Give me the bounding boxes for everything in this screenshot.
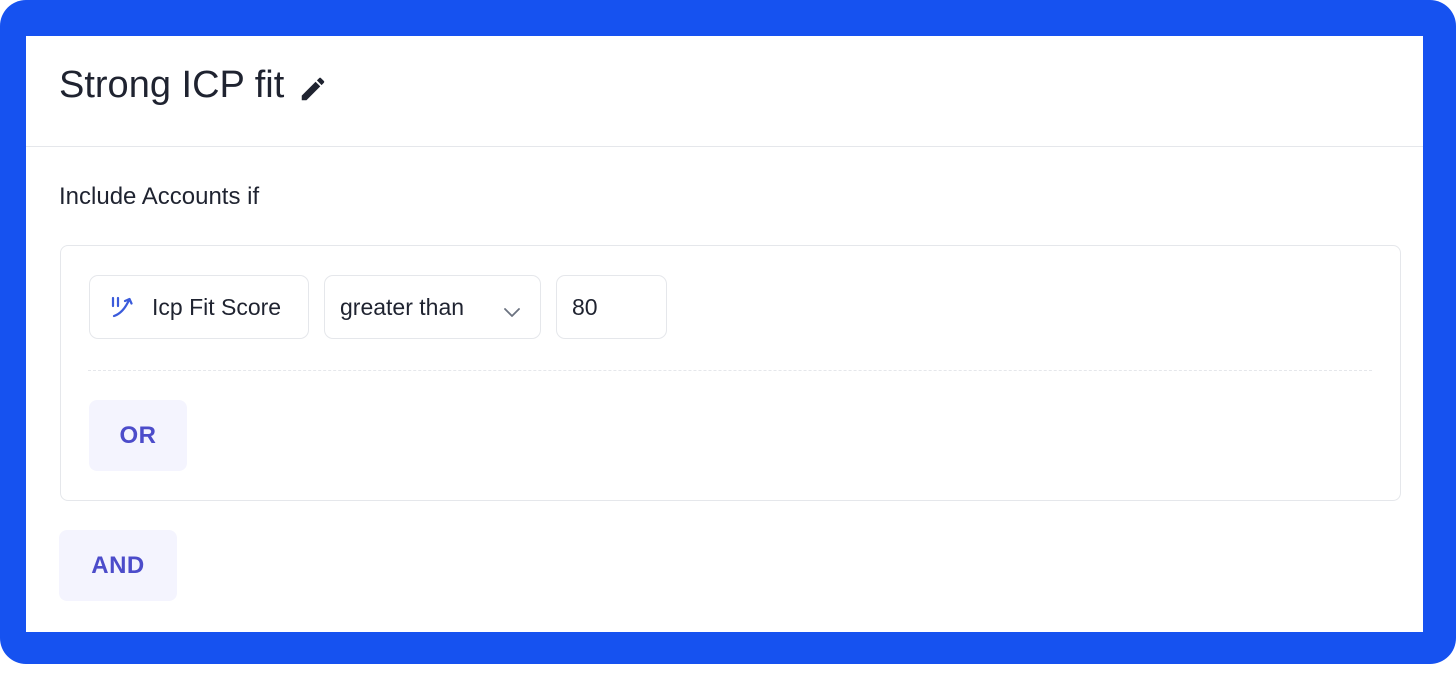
- condition-group: Icp Fit Score greater than 80 OR: [60, 245, 1401, 501]
- condition-rule: Icp Fit Score greater than 80: [89, 275, 682, 341]
- segment-editor-panel: Strong ICP fit Include Accounts if Icp F…: [26, 36, 1423, 632]
- score-trend-icon: [108, 292, 138, 322]
- pencil-icon[interactable]: [298, 70, 328, 101]
- panel-header: Strong ICP fit: [26, 36, 1423, 147]
- value-input[interactable]: 80: [556, 275, 667, 339]
- operator-dropdown[interactable]: greater than: [324, 275, 541, 339]
- and-button[interactable]: AND: [59, 530, 177, 601]
- chevron-down-icon: [502, 298, 522, 317]
- include-accounts-label: Include Accounts if: [59, 183, 260, 210]
- field-selector-label: Icp Fit Score: [152, 293, 282, 320]
- segment-title[interactable]: Strong ICP fit: [59, 63, 328, 107]
- segment-title-text: Strong ICP fit: [59, 64, 285, 106]
- or-button[interactable]: OR: [89, 400, 187, 471]
- operator-dropdown-value: greater than: [340, 293, 465, 320]
- value-input-text: 80: [572, 293, 598, 320]
- field-selector[interactable]: Icp Fit Score: [89, 275, 309, 339]
- dashed-divider: [88, 370, 1372, 371]
